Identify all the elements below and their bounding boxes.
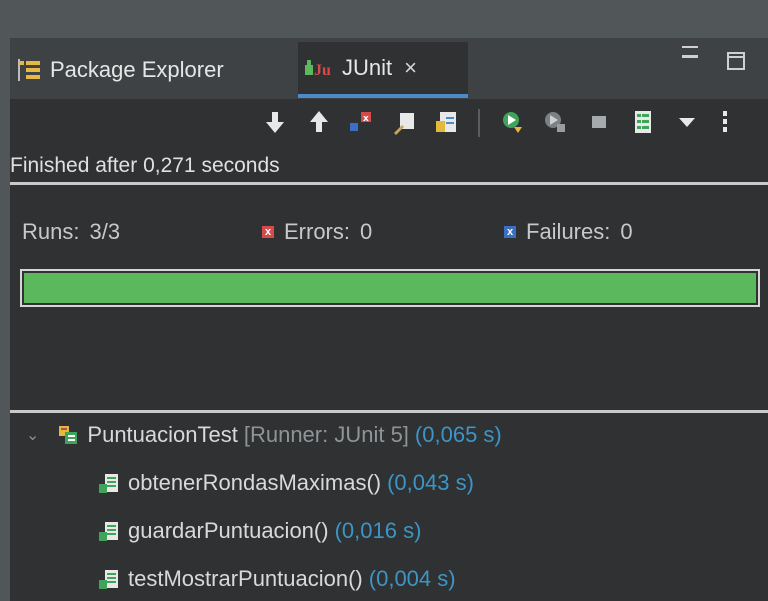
tab-package-explorer-label: Package Explorer — [50, 57, 224, 82]
case-time: (0,004 s) — [368, 566, 456, 591]
runs-counter: Runs: 3/3 — [22, 219, 120, 245]
failures-value: 0 — [620, 219, 633, 244]
tab-junit[interactable]: Ju JUnit × — [298, 42, 468, 98]
runs-label: Runs: — [22, 219, 80, 244]
failures-label: Failures: — [526, 219, 611, 244]
test-suite-icon — [59, 426, 78, 444]
more-icon[interactable] — [712, 109, 738, 135]
collapse-chevron-icon[interactable]: ⌄ — [26, 425, 39, 445]
status-message: Finished after 0,271 seconds — [10, 147, 768, 185]
view-menu-icon[interactable] — [674, 109, 700, 135]
rerun-icon[interactable] — [500, 109, 526, 135]
errors-value: 0 — [360, 219, 373, 244]
progress-fill — [24, 273, 756, 303]
close-icon[interactable]: × — [404, 55, 417, 81]
junit-view: x Finished after 0,271 seconds Runs: 3/3… — [10, 99, 768, 601]
errors-label: Errors: — [284, 219, 350, 244]
suite-name: PuntuacionTest — [87, 422, 238, 447]
tree-case-row[interactable]: obtenerRondasMaximas() (0,043 s) — [98, 463, 474, 503]
maximize-icon[interactable] — [727, 52, 745, 70]
junit-icon: Ju — [304, 57, 334, 79]
package-explorer-icon — [18, 59, 42, 81]
junit-toolbar: x — [10, 99, 768, 147]
errors-counter: x Errors: 0 — [262, 219, 372, 245]
suite-time: (0,065 s) — [414, 422, 502, 447]
previous-failure-icon[interactable] — [306, 109, 332, 135]
scroll-lock-icon[interactable] — [392, 109, 418, 135]
runs-value: 3/3 — [89, 219, 121, 244]
minimize-icon[interactable] — [682, 46, 698, 58]
tree-case-row[interactable]: guardarPuntuacion() (0,016 s) — [98, 511, 421, 551]
failures-counter: x Failures: 0 — [504, 219, 633, 245]
suite-runner: [Runner: JUnit 5] — [243, 422, 409, 447]
case-name: testMostrarPuntuacion() — [128, 566, 363, 591]
case-name: obtenerRondasMaximas() — [128, 470, 382, 495]
case-time: (0,016 s) — [334, 518, 422, 543]
toolbar-separator — [478, 109, 480, 137]
test-passed-icon — [99, 570, 118, 589]
svg-text:x: x — [363, 114, 369, 124]
svg-text:Ju: Ju — [314, 62, 331, 79]
failure-icon: x — [504, 226, 516, 238]
rerun-failed-first-icon[interactable] — [542, 109, 568, 135]
test-passed-icon — [99, 474, 118, 493]
case-time: (0,043 s) — [387, 470, 474, 495]
history-icon[interactable] — [630, 109, 656, 135]
sash-divider[interactable] — [10, 410, 768, 413]
tab-junit-label: JUnit — [342, 55, 393, 80]
stop-icon[interactable] — [586, 109, 612, 135]
tree-case-row[interactable]: testMostrarPuntuacion() (0,004 s) — [98, 559, 456, 599]
window-top-bar — [0, 0, 768, 38]
case-name: guardarPuntuacion() — [128, 518, 329, 543]
test-passed-icon — [99, 522, 118, 541]
tab-package-explorer[interactable]: Package Explorer — [18, 46, 224, 94]
tree-suite-row[interactable]: ⌄ PuntuacionTest [Runner: JUnit 5] (0,06… — [26, 415, 502, 455]
show-failures-only-icon[interactable]: x — [348, 109, 374, 135]
error-icon: x — [262, 226, 274, 238]
view-tabbar: Package Explorer Ju JUnit × — [10, 38, 768, 99]
show-skipped-icon[interactable] — [434, 109, 460, 135]
junit-stats: Runs: 3/3 x Errors: 0 x Failures: 0 — [10, 185, 768, 415]
progress-bar — [20, 269, 760, 307]
next-failure-icon[interactable] — [262, 109, 288, 135]
